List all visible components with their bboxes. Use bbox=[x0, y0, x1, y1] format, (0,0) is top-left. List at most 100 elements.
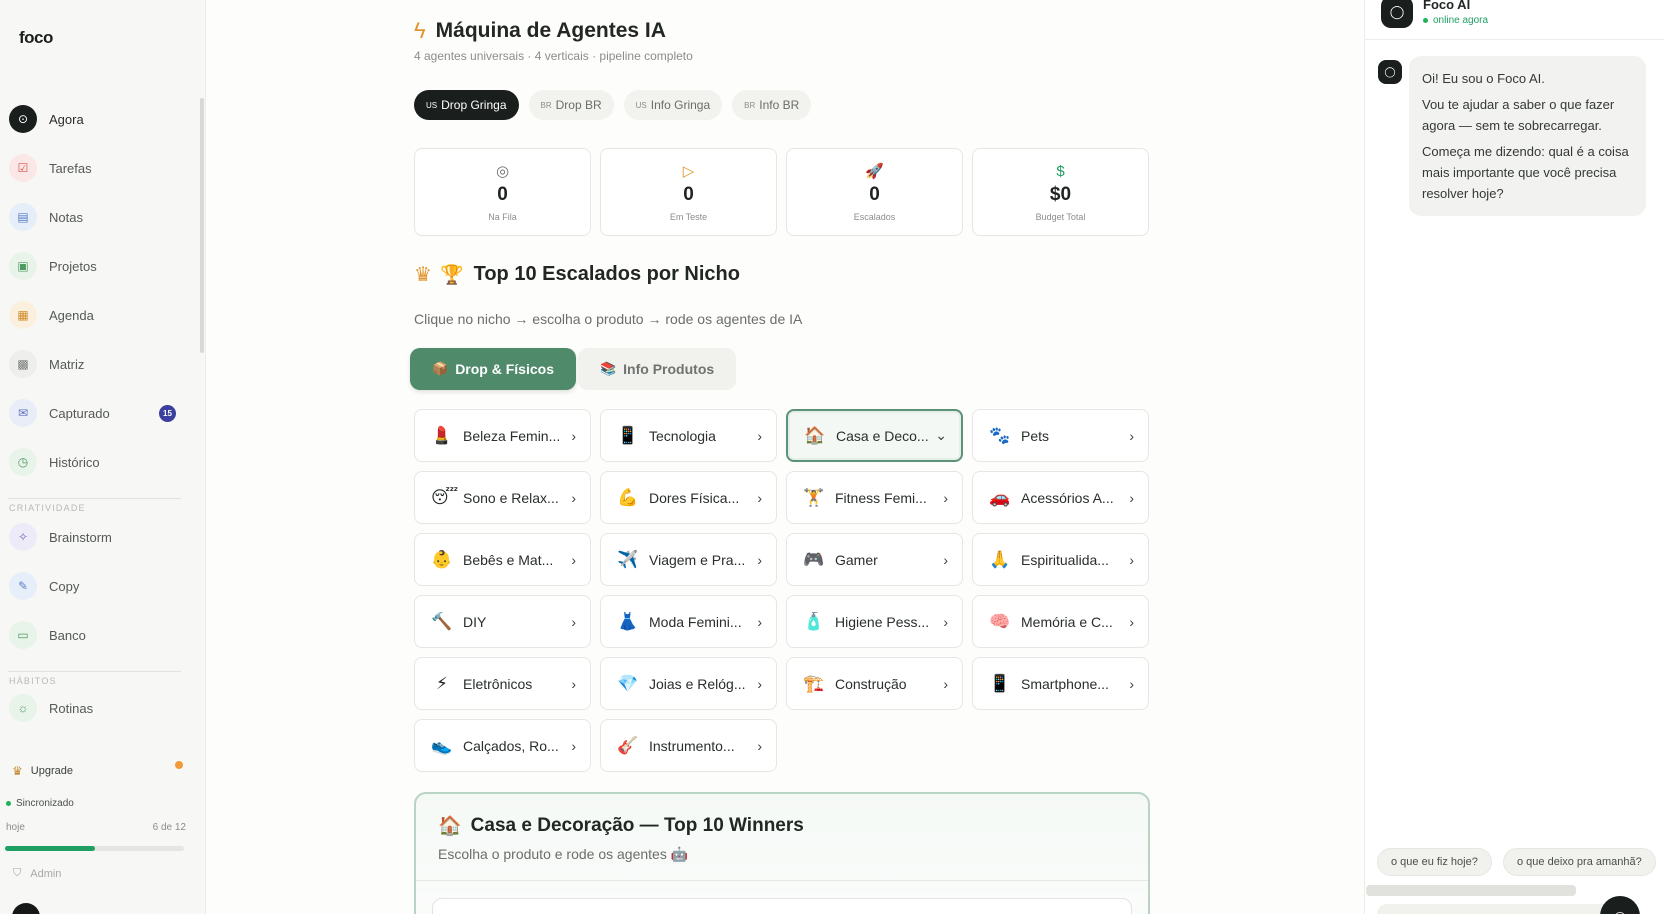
winners-heading: Casa e Decoração — Top 10 Winners bbox=[470, 815, 804, 836]
admin-link[interactable]: ⛉ Admin bbox=[13, 867, 61, 880]
chevron-right-icon: › bbox=[757, 551, 762, 568]
niche-emoji-icon: 🎸 bbox=[617, 735, 639, 755]
sidebar-item-label: Tarefas bbox=[49, 160, 92, 176]
chat-header: ◯ Foco AI online agora bbox=[1365, 0, 1664, 40]
tab-label: Info BR bbox=[759, 98, 800, 112]
sidebar-item-tarefas[interactable]: ☑ Tarefas bbox=[9, 150, 189, 186]
sidebar-item-banco[interactable]: ▭ Banco bbox=[9, 617, 189, 653]
sidebar-divider bbox=[8, 671, 181, 672]
chevron-right-icon: › bbox=[757, 427, 762, 444]
niche-label: Casa e Deco... bbox=[836, 427, 929, 444]
crown-icon: ♛ bbox=[414, 264, 432, 286]
niche-card[interactable]: 💎 Joias e Relóg... › bbox=[600, 657, 777, 710]
upgrade-button[interactable]: ♛ Upgrade bbox=[12, 764, 73, 778]
niche-card[interactable]: ✈️ Viagem e Pra... › bbox=[600, 533, 777, 586]
sidebar-item-rotinas[interactable]: ☼ Rotinas bbox=[9, 690, 189, 726]
niche-card[interactable]: 👟 Calçados, Ro... › bbox=[414, 719, 591, 772]
sidebar-item-matriz[interactable]: ▩ Matriz bbox=[9, 346, 189, 382]
section-label-criatividade: CRIATIVIDADE bbox=[9, 503, 86, 513]
chevron-right-icon: › bbox=[571, 427, 576, 444]
sidebar-item-label: Projetos bbox=[49, 258, 97, 274]
niche-label: Joias e Relóg... bbox=[649, 675, 746, 692]
niche-card[interactable]: 🏠 Casa e Deco... ⌄ bbox=[786, 409, 963, 462]
sidebar-item-brainstorm[interactable]: ✧ Brainstorm bbox=[9, 519, 189, 555]
page-subtitle: 4 agentes universais · 4 verticais · pip… bbox=[414, 49, 693, 63]
flag-label: BR bbox=[540, 100, 552, 110]
niche-card[interactable]: 💪 Dores Física... › bbox=[600, 471, 777, 524]
niche-emoji-icon: 📱 bbox=[989, 673, 1011, 693]
niche-card[interactable]: 👶 Bebês e Mat... › bbox=[414, 533, 591, 586]
niche-card[interactable]: 📱 Smartphone... › bbox=[972, 657, 1149, 710]
notas-icon: ▤ bbox=[9, 203, 37, 231]
lightning-icon: ϟ bbox=[414, 18, 426, 43]
niche-emoji-icon: ⚡ bbox=[436, 673, 448, 693]
tab-drop-fisicos[interactable]: 📦 Drop & Físicos bbox=[410, 348, 576, 390]
niche-card[interactable]: 🧠 Memória e C... › bbox=[972, 595, 1149, 648]
tab-info-gringa[interactable]: US Info Gringa bbox=[623, 90, 723, 120]
niche-card[interactable]: 💄 Beleza Femin... › bbox=[414, 409, 591, 462]
niche-card[interactable]: ⚡ Eletrônicos › bbox=[414, 657, 591, 710]
niche-card[interactable]: 🙏 Espiritualida... › bbox=[972, 533, 1149, 586]
avatar[interactable] bbox=[12, 903, 40, 914]
shield-icon: ⛉ bbox=[13, 867, 22, 879]
niche-card[interactable]: 🧴 Higiene Pess... › bbox=[786, 595, 963, 648]
assistant-message: Oi! Eu sou o Foco AI. Vou te ajudar a sa… bbox=[1409, 56, 1646, 216]
crown-icon: ♛ bbox=[12, 764, 23, 778]
sync-status: Sincronizado bbox=[6, 798, 74, 809]
niche-card[interactable]: 🎮 Gamer › bbox=[786, 533, 963, 586]
banco-icon: ▭ bbox=[9, 621, 37, 649]
niche-label: Viagem e Pra... bbox=[649, 551, 746, 568]
chevron-right-icon: › bbox=[1129, 613, 1134, 630]
tab-drop-br[interactable]: BR Drop BR bbox=[528, 90, 614, 120]
sidebar-item-agora[interactable]: ⊙ Agora bbox=[9, 101, 189, 137]
sidebar-item-capturado[interactable]: ✉ Capturado 15 bbox=[9, 395, 189, 431]
niche-card[interactable]: 🏗️ Construção › bbox=[786, 657, 963, 710]
stat-value: 0 bbox=[683, 184, 694, 205]
niche-emoji-icon: 👶 bbox=[431, 549, 453, 569]
niche-emoji-icon: 🏠 bbox=[804, 425, 826, 445]
sidebar-item-agenda[interactable]: ▦ Agenda bbox=[9, 297, 189, 333]
sidebar-item-historico[interactable]: ◷ Histórico bbox=[9, 444, 189, 480]
stats-row: ◎ 0 Na Fila ▷ 0 Em Teste 🚀 0 Escalados $ $0 Budget … bbox=[414, 148, 1149, 236]
app-logo[interactable]: foco bbox=[19, 28, 53, 48]
rotinas-icon: ☼ bbox=[9, 694, 37, 722]
niche-label: Gamer bbox=[835, 551, 878, 568]
niche-card[interactable]: 👗 Moda Femini... › bbox=[600, 595, 777, 648]
chevron-right-icon: › bbox=[571, 489, 576, 506]
chevron-right-icon: › bbox=[943, 613, 948, 630]
niche-card[interactable]: 🚗 Acessórios A... › bbox=[972, 471, 1149, 524]
sync-dot-icon bbox=[6, 801, 11, 806]
quick-reply-button[interactable]: o que eu fiz hoje? bbox=[1377, 848, 1492, 876]
sidebar-scrollbar[interactable] bbox=[200, 98, 204, 353]
niche-card[interactable]: 📱 Tecnologia › bbox=[600, 409, 777, 462]
tab-emoji-icon: 📦 bbox=[432, 361, 449, 376]
product-card[interactable] bbox=[432, 898, 1132, 914]
niche-card[interactable]: 😴 Sono e Relax... › bbox=[414, 471, 591, 524]
chat-input[interactable] bbox=[1377, 904, 1617, 914]
progress-count: 6 de 12 bbox=[152, 822, 186, 833]
stat-value: $0 bbox=[1049, 183, 1072, 205]
niche-label: Pets bbox=[1021, 427, 1050, 444]
quick-reply-button[interactable]: o que deixo pra amanhã? bbox=[1503, 848, 1656, 876]
chat-horizontal-scrollbar[interactable] bbox=[1366, 885, 1576, 896]
sidebar-item-notas[interactable]: ▤ Notas bbox=[9, 199, 189, 235]
chevron-right-icon: › bbox=[571, 675, 576, 692]
sidebar-item-label: Rotinas bbox=[49, 700, 94, 716]
send-button[interactable]: ◎ bbox=[1600, 896, 1640, 914]
niche-emoji-icon: 🚗 bbox=[989, 487, 1011, 507]
historico-icon: ◷ bbox=[9, 448, 37, 476]
sidebar-item-projetos[interactable]: ▣ Projetos bbox=[9, 248, 189, 284]
niche-card[interactable]: 🔨 DIY › bbox=[414, 595, 591, 648]
tab-info-produtos[interactable]: 📚 Info Produtos bbox=[577, 348, 737, 390]
niche-card[interactable]: 🐾 Pets › bbox=[972, 409, 1149, 462]
sidebar-item-copy[interactable]: ✎ Copy bbox=[9, 568, 189, 604]
chevron-right-icon: › bbox=[757, 613, 762, 630]
tab-info-br[interactable]: BR Info BR bbox=[732, 90, 812, 120]
winners-divider bbox=[416, 880, 1148, 881]
sidebar-item-label: Banco bbox=[49, 627, 86, 643]
niche-card[interactable]: 🏋️ Fitness Femi... › bbox=[786, 471, 963, 524]
niche-card[interactable]: 🎸 Instrumento... › bbox=[600, 719, 777, 772]
tab-drop-gringa[interactable]: US Drop Gringa bbox=[414, 90, 519, 120]
trophy-icon: 🏆 bbox=[439, 264, 464, 286]
stat-label: Na Fila bbox=[488, 212, 517, 222]
